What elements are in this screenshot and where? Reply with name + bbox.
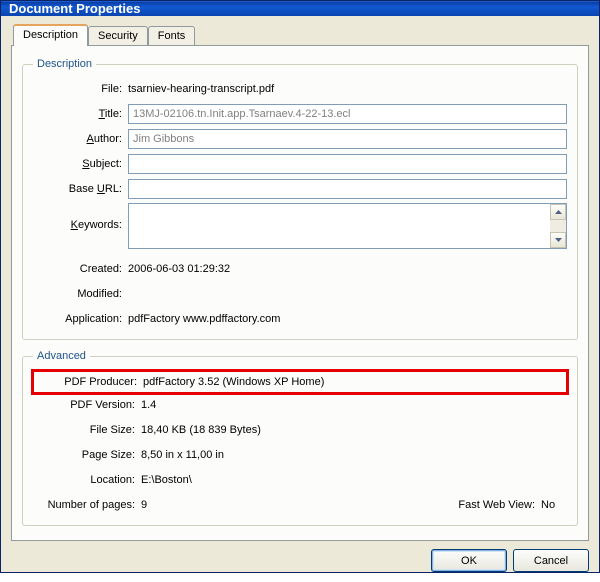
window-title: Document Properties [9,1,140,16]
client-area: Description Security Fonts Description F… [1,16,599,582]
scroll-down-icon[interactable] [550,232,566,248]
author-field[interactable] [128,129,567,149]
label-keywords: Keywords: [33,203,128,231]
value-file-size: 18,40 KB (18 839 Bytes) [141,424,567,436]
value-created: 2006-06-03 01:29:32 [128,263,567,275]
keywords-field-wrap [128,203,567,249]
label-base-url: Base URL: [33,183,128,195]
value-fast-web-view: No [541,499,567,511]
label-author: Author: [33,133,128,145]
cancel-button[interactable]: Cancel [513,549,589,572]
value-location: E:\Boston\ [141,474,567,486]
value-application: pdfFactory www.pdffactory.com [128,313,567,325]
label-page-size: Page Size: [33,449,141,461]
value-file: tsarniev-hearing-transcript.pdf [128,83,567,95]
label-fast-web-view: Fast Web View: [449,499,541,511]
tab-panel-description: Description File: tsarniev-hearing-trans… [11,45,589,541]
keywords-field[interactable] [129,204,550,248]
dialog-window: Document Properties Description Security… [0,0,600,573]
label-num-pages: Number of pages: [33,499,141,511]
keywords-scrollbar[interactable] [550,204,566,248]
value-pdf-producer: pdfFactory 3.52 (Windows XP Home) [143,376,565,388]
base-url-field[interactable] [128,179,567,199]
label-title: Title: [33,108,128,120]
group-description-legend: Description [33,58,96,70]
label-created: Created: [33,263,128,275]
label-application: Application: [33,313,128,325]
ok-button[interactable]: OK [431,549,507,572]
tab-strip: Description Security Fonts [11,24,589,46]
highlight-pdf-producer: PDF Producer: pdfFactory 3.52 (Windows X… [33,371,567,393]
tab-fonts[interactable]: Fonts [148,26,196,46]
label-location: Location: [33,474,141,486]
scroll-up-icon[interactable] [550,204,566,220]
group-advanced-legend: Advanced [33,350,90,362]
label-modified: Modified: [33,288,128,300]
tab-security[interactable]: Security [88,26,148,46]
titlebar: Document Properties [1,1,599,16]
label-pdf-version: PDF Version: [33,399,141,411]
subject-field[interactable] [128,154,567,174]
tab-description[interactable]: Description [13,24,88,46]
label-file-size: File Size: [33,424,141,436]
value-pdf-version: 1.4 [141,399,567,411]
label-pdf-producer: PDF Producer: [35,376,143,388]
value-page-size: 8,50 in x 11,00 in [141,449,567,461]
dialog-buttons: OK Cancel [11,541,589,572]
label-subject: Subject: [33,158,128,170]
title-field[interactable] [128,104,567,124]
label-file: File: [33,83,128,95]
group-description: Description File: tsarniev-hearing-trans… [22,58,578,340]
group-advanced: Advanced PDF Producer: pdfFactory 3.52 (… [22,350,578,526]
value-num-pages: 9 [141,499,341,511]
